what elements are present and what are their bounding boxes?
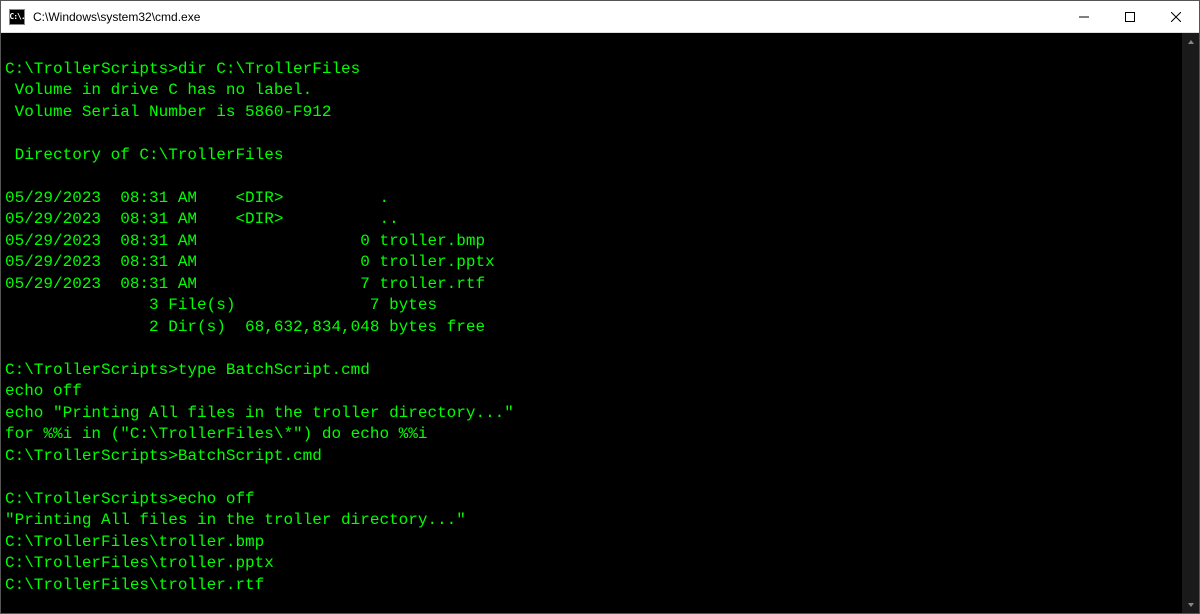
terminal-output: C:\TrollerScripts>dir C:\TrollerFiles Vo… [1,33,1182,613]
terminal-area[interactable]: C:\TrollerScripts>dir C:\TrollerFiles Vo… [1,33,1199,613]
minimize-button[interactable] [1061,1,1107,32]
title-bar[interactable]: C:\. C:\Windows\system32\cmd.exe [1,1,1199,33]
close-button[interactable] [1153,1,1199,32]
window-title: C:\Windows\system32\cmd.exe [33,10,1061,24]
vertical-scrollbar[interactable] [1182,33,1199,613]
maximize-button[interactable] [1107,1,1153,32]
scroll-up-arrow[interactable] [1182,33,1199,50]
window-controls [1061,1,1199,32]
cmd-icon: C:\. [9,9,25,25]
cmd-window: C:\. C:\Windows\system32\cmd.exe C:\Trol… [0,0,1200,614]
scroll-down-arrow[interactable] [1182,596,1199,613]
